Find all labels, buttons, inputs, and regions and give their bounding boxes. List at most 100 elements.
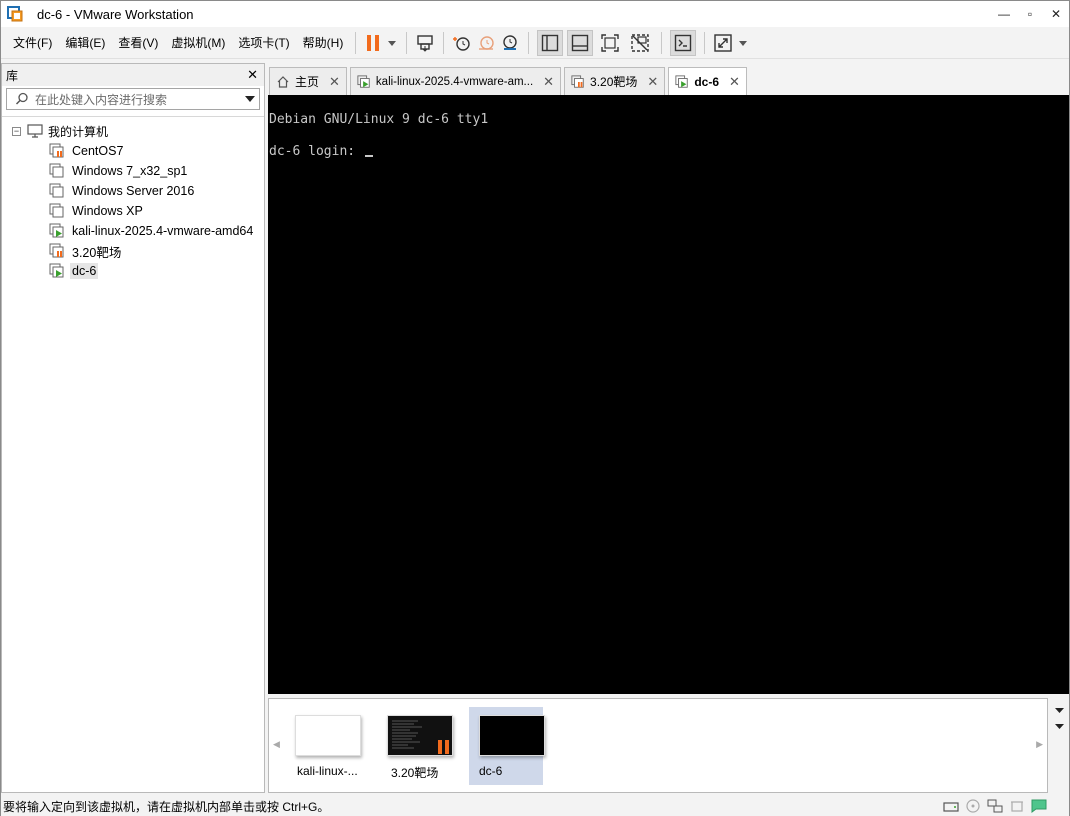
tab-close-button[interactable]: ✕ (543, 74, 554, 90)
library-view-button[interactable] (537, 29, 564, 56)
library-header: 库 ✕ (2, 64, 264, 86)
revert-snapshot-icon (479, 35, 495, 50)
tree-item-windows7[interactable]: Windows 7_x32_sp1 (2, 161, 264, 181)
tree-root-my-computer[interactable]: − 我的计算机 (2, 121, 264, 141)
message-icon[interactable] (1031, 799, 1047, 813)
vm-off-icon (49, 183, 65, 199)
thumb-scroll-left-icon[interactable]: ◀ (273, 739, 280, 750)
tab-dc-6[interactable]: dc-6 ✕ (668, 67, 747, 95)
tree-item-label: 3.20靶场 (72, 245, 122, 260)
snapshot-manager-button[interactable] (500, 30, 520, 56)
vm-running-icon (357, 74, 370, 88)
scroll-up-icon (1055, 708, 1064, 713)
vm-paused-icon (571, 74, 584, 88)
toolbar-separator (704, 31, 706, 54)
vm-running-icon (675, 74, 688, 88)
network-icon[interactable] (987, 799, 1003, 813)
search-placeholder: 在此处键入内容进行搜索 (35, 92, 168, 107)
thumbnail-3-20[interactable]: 3.20靶场 (381, 707, 455, 785)
paused-overlay-icon (438, 740, 442, 754)
menu-edit[interactable]: 编辑(E) (59, 32, 111, 54)
thumbnail-screen (387, 715, 453, 756)
toolbar-separator (443, 31, 445, 54)
tree-item-windows-xp[interactable]: Windows XP (2, 201, 264, 221)
menu-toolbar: 文件(F) 编辑(E) 查看(V) 虚拟机(M) 选项卡(T) 帮助(H) (1, 27, 1069, 59)
stretch-icon (714, 33, 733, 52)
tab-label: 3.20靶场 (590, 75, 638, 89)
tab-kali-linux[interactable]: kali-linux-2025.4-vmware-am... ✕ (349, 67, 562, 95)
vm-running-icon (49, 263, 65, 279)
tree-item-3-20[interactable]: 3.20靶场 (2, 241, 264, 261)
usb-icon[interactable] (1009, 799, 1025, 813)
toolbar-separator (528, 31, 530, 54)
menu-vm[interactable]: 虚拟机(M) (165, 32, 231, 54)
computer-icon (27, 124, 43, 138)
console-line-banner: Debian GNU/Linux 9 dc-6 tty1 (269, 112, 489, 127)
tree-collapse-toggle[interactable]: − (12, 126, 21, 136)
menu-help[interactable]: 帮助(H) (297, 32, 350, 54)
tree-item-windows-server-2016[interactable]: Windows Server 2016 (2, 181, 264, 201)
stretch-dropdown-button[interactable] (737, 30, 749, 56)
tree-item-label: CentOS7 (72, 144, 124, 158)
vm-off-icon (49, 163, 65, 179)
tab-label: 主页 (295, 75, 320, 89)
full-screen-button[interactable] (597, 30, 623, 56)
login-prompt: dc-6 login: (269, 144, 363, 159)
status-message: 要将输入定向到该虚拟机，请在虚拟机内部单击或按 Ctrl+G。 (3, 800, 330, 814)
thumbnail-kali-linux[interactable]: kali-linux-... (289, 707, 363, 785)
take-snapshot-button[interactable] (452, 30, 472, 56)
menu-tabs[interactable]: 选项卡(T) (232, 32, 295, 54)
library-close-button[interactable]: ✕ (247, 67, 258, 83)
console-view-button[interactable] (670, 29, 697, 56)
revert-snapshot-button[interactable] (476, 30, 496, 56)
thumbnail-bar-scroll[interactable] (1050, 698, 1069, 793)
thumbnail-bar-button[interactable] (567, 29, 594, 56)
menu-view[interactable]: 查看(V) (112, 32, 164, 54)
tree-item-label: dc-6 (70, 263, 99, 279)
tree-item-centos7[interactable]: CentOS7 (2, 141, 264, 161)
hard-disk-icon[interactable] (943, 799, 959, 813)
library-view-icon (542, 34, 559, 51)
vm-running-icon (49, 223, 65, 239)
tab-close-button[interactable]: ✕ (329, 74, 340, 90)
cd-icon[interactable] (965, 799, 981, 813)
dropdown-arrow-icon (388, 40, 397, 46)
tab-close-button[interactable]: ✕ (647, 74, 658, 90)
vm-paused-icon (49, 243, 65, 259)
tree-item-dc-6[interactable]: dc-6 (2, 261, 264, 281)
tree-item-kali-linux[interactable]: kali-linux-2025.4-vmware-amd64 (2, 221, 264, 241)
stretch-button[interactable] (713, 30, 733, 56)
thumbnail-bar-icon (572, 34, 589, 51)
thumbnail-dc-6[interactable]: dc-6 (469, 707, 545, 785)
send-ctrl-alt-del-button[interactable] (415, 30, 435, 56)
vm-tree: − 我的计算机 CentOS7 Windows 7_x32_sp1 Window… (2, 116, 264, 281)
console-view-icon (675, 34, 692, 51)
tab-home[interactable]: 主页 ✕ (269, 67, 347, 95)
close-window-button[interactable]: ✕ (1043, 1, 1069, 27)
window-title: dc-6 - VMware Workstation (37, 6, 194, 22)
search-dropdown-icon[interactable] (245, 96, 255, 102)
send-ctrl-alt-del-icon (417, 34, 434, 52)
menu-file[interactable]: 文件(F) (7, 32, 58, 54)
vm-console[interactable]: Debian GNU/Linux 9 dc-6 tty1 dc-6 login: (268, 95, 1069, 694)
thumb-scroll-right-icon[interactable]: ▶ (1036, 739, 1043, 750)
vm-paused-icon (49, 143, 65, 159)
vmware-window: dc-6 - VMware Workstation — ▫ ✕ 文件(F) 编辑… (0, 0, 1070, 816)
tree-item-label: Windows Server 2016 (72, 184, 195, 198)
status-bar: 要将输入定向到该虚拟机，请在虚拟机内部单击或按 Ctrl+G。 (1, 797, 1069, 816)
thumbnail-screen (295, 715, 361, 756)
maximize-button[interactable]: ▫ (1017, 1, 1043, 27)
pause-button[interactable] (364, 30, 382, 56)
text-cursor (364, 155, 373, 157)
pause-icon (367, 34, 380, 51)
minimize-button[interactable]: — (991, 1, 1017, 27)
thumbnail-screen (479, 715, 545, 756)
tree-item-label: kali-linux-2025.4-vmware-amd64 (72, 224, 254, 238)
power-dropdown-button[interactable] (386, 30, 398, 56)
unity-button[interactable] (627, 30, 653, 56)
tab-close-button[interactable]: ✕ (729, 74, 740, 90)
stretch-dropdown-icon (739, 40, 748, 46)
library-search-input[interactable]: 在此处键入内容进行搜索 (6, 88, 260, 110)
tab-strip: 主页 ✕ kali-linux-2025.4-vmware-am... ✕ 3.… (269, 67, 750, 95)
tab-3-20[interactable]: 3.20靶场 ✕ (564, 67, 666, 95)
